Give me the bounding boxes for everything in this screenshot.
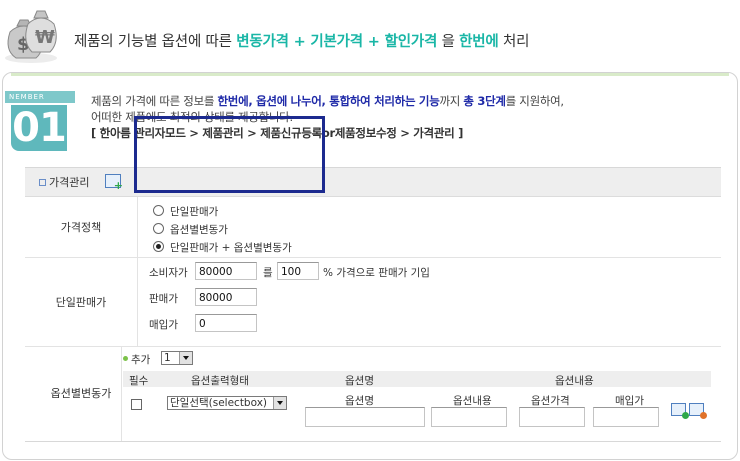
price-policy-row: 가격정책 단일판매가 옵션별변동가 단일판매가 + 옵션별변동가	[25, 197, 721, 258]
sub-col-name: 옵션명	[345, 395, 374, 407]
option-price-row: 옵션별변동가 추가 1 필수 옵션출력형태 옵션명 옵션내용 옵션명 옵션내용 …	[25, 347, 721, 442]
radio-selected-icon	[153, 241, 164, 252]
output-type-select[interactable]: 단일선택(selectbox)	[167, 396, 287, 410]
col-required: 필수	[129, 375, 149, 387]
add-row-icon[interactable]	[671, 403, 689, 419]
price-management-form: 가격관리 가격정책 단일판매가 옵션별변동가 단일판매가 + 옵션별변동가 단일…	[25, 167, 721, 444]
rate-input[interactable]: 100	[277, 262, 319, 280]
step-badge: NEMBER 01	[5, 91, 75, 153]
single-price-row: 단일판매가 소비자가 80000 를 100 % 가격으로 판매가 기입 판매가…	[25, 258, 721, 347]
rate-suffix: % 가격으로 판매가 기입	[323, 267, 430, 279]
sale-price-label: 판매가	[149, 293, 178, 305]
bullet-icon	[123, 356, 128, 361]
rate-prefix: 를	[263, 267, 273, 279]
add-count-select[interactable]: 1	[161, 351, 193, 365]
add-window-icon[interactable]	[105, 174, 123, 192]
consumer-price-input[interactable]: 80000	[195, 262, 257, 280]
money-bags-icon: $ ₩	[5, 10, 57, 63]
header-tagline: 제품의 기능별 옵션에 따른 변동가격 + 기본가격 + 할인가격 을 한번에 …	[74, 34, 530, 50]
add-label: 추가	[131, 354, 151, 366]
sub-col-content: 옵션내용	[453, 395, 492, 407]
option-content-input[interactable]	[431, 407, 507, 427]
bullet-icon	[39, 179, 46, 186]
radio-option-price[interactable]: 옵션별변동가	[153, 222, 228, 237]
price-policy-label: 가격정책	[60, 221, 102, 234]
sub-col-purchase: 매입가	[615, 395, 644, 407]
radio-combined-price[interactable]: 단일판매가 + 옵션별변동가	[153, 240, 292, 255]
chevron-down-icon	[273, 397, 286, 409]
option-price-input[interactable]	[519, 407, 585, 427]
svg-text:₩: ₩	[35, 27, 55, 48]
purchase-price-input[interactable]: 0	[195, 314, 257, 332]
delete-row-icon[interactable]	[689, 403, 707, 419]
required-checkbox[interactable]	[131, 399, 142, 410]
form-title: 가격관리	[49, 176, 90, 189]
sub-col-price: 옵션가격	[531, 395, 570, 407]
col-option-name: 옵션명	[345, 375, 374, 387]
form-titlebar: 가격관리	[25, 168, 721, 197]
option-purchase-input[interactable]	[593, 407, 659, 427]
feature-panel: NEMBER 01 제품의 가격에 따른 정보를 한번에, 옵션에 나누어, 통…	[2, 72, 738, 460]
consumer-price-label: 소비자가	[149, 267, 188, 279]
radio-single-price[interactable]: 단일판매가	[153, 204, 218, 219]
radio-icon	[153, 205, 164, 216]
badge-label: NEMBER	[5, 91, 75, 103]
option-name-input[interactable]	[305, 407, 425, 427]
page-header: $ ₩ 제품의 기능별 옵션에 따른 변동가격 + 기본가격 + 할인가격 을 …	[0, 0, 740, 72]
intro-line-1: 제품의 가격에 따른 정보를 한번에, 옵션에 나누어, 통합하여 처리하는 기…	[91, 94, 564, 108]
badge-number: 01	[11, 105, 67, 151]
single-price-label: 단일판매가	[55, 296, 107, 309]
radio-icon	[153, 223, 164, 234]
col-option-content: 옵션내용	[555, 375, 594, 387]
sale-price-input[interactable]: 80000	[195, 288, 257, 306]
panel-accent-bar	[11, 73, 729, 76]
chevron-down-icon	[179, 352, 192, 364]
purchase-price-label: 매입가	[149, 319, 178, 331]
col-output-type: 옵션출력형태	[191, 375, 249, 387]
highlight-box	[134, 116, 325, 193]
